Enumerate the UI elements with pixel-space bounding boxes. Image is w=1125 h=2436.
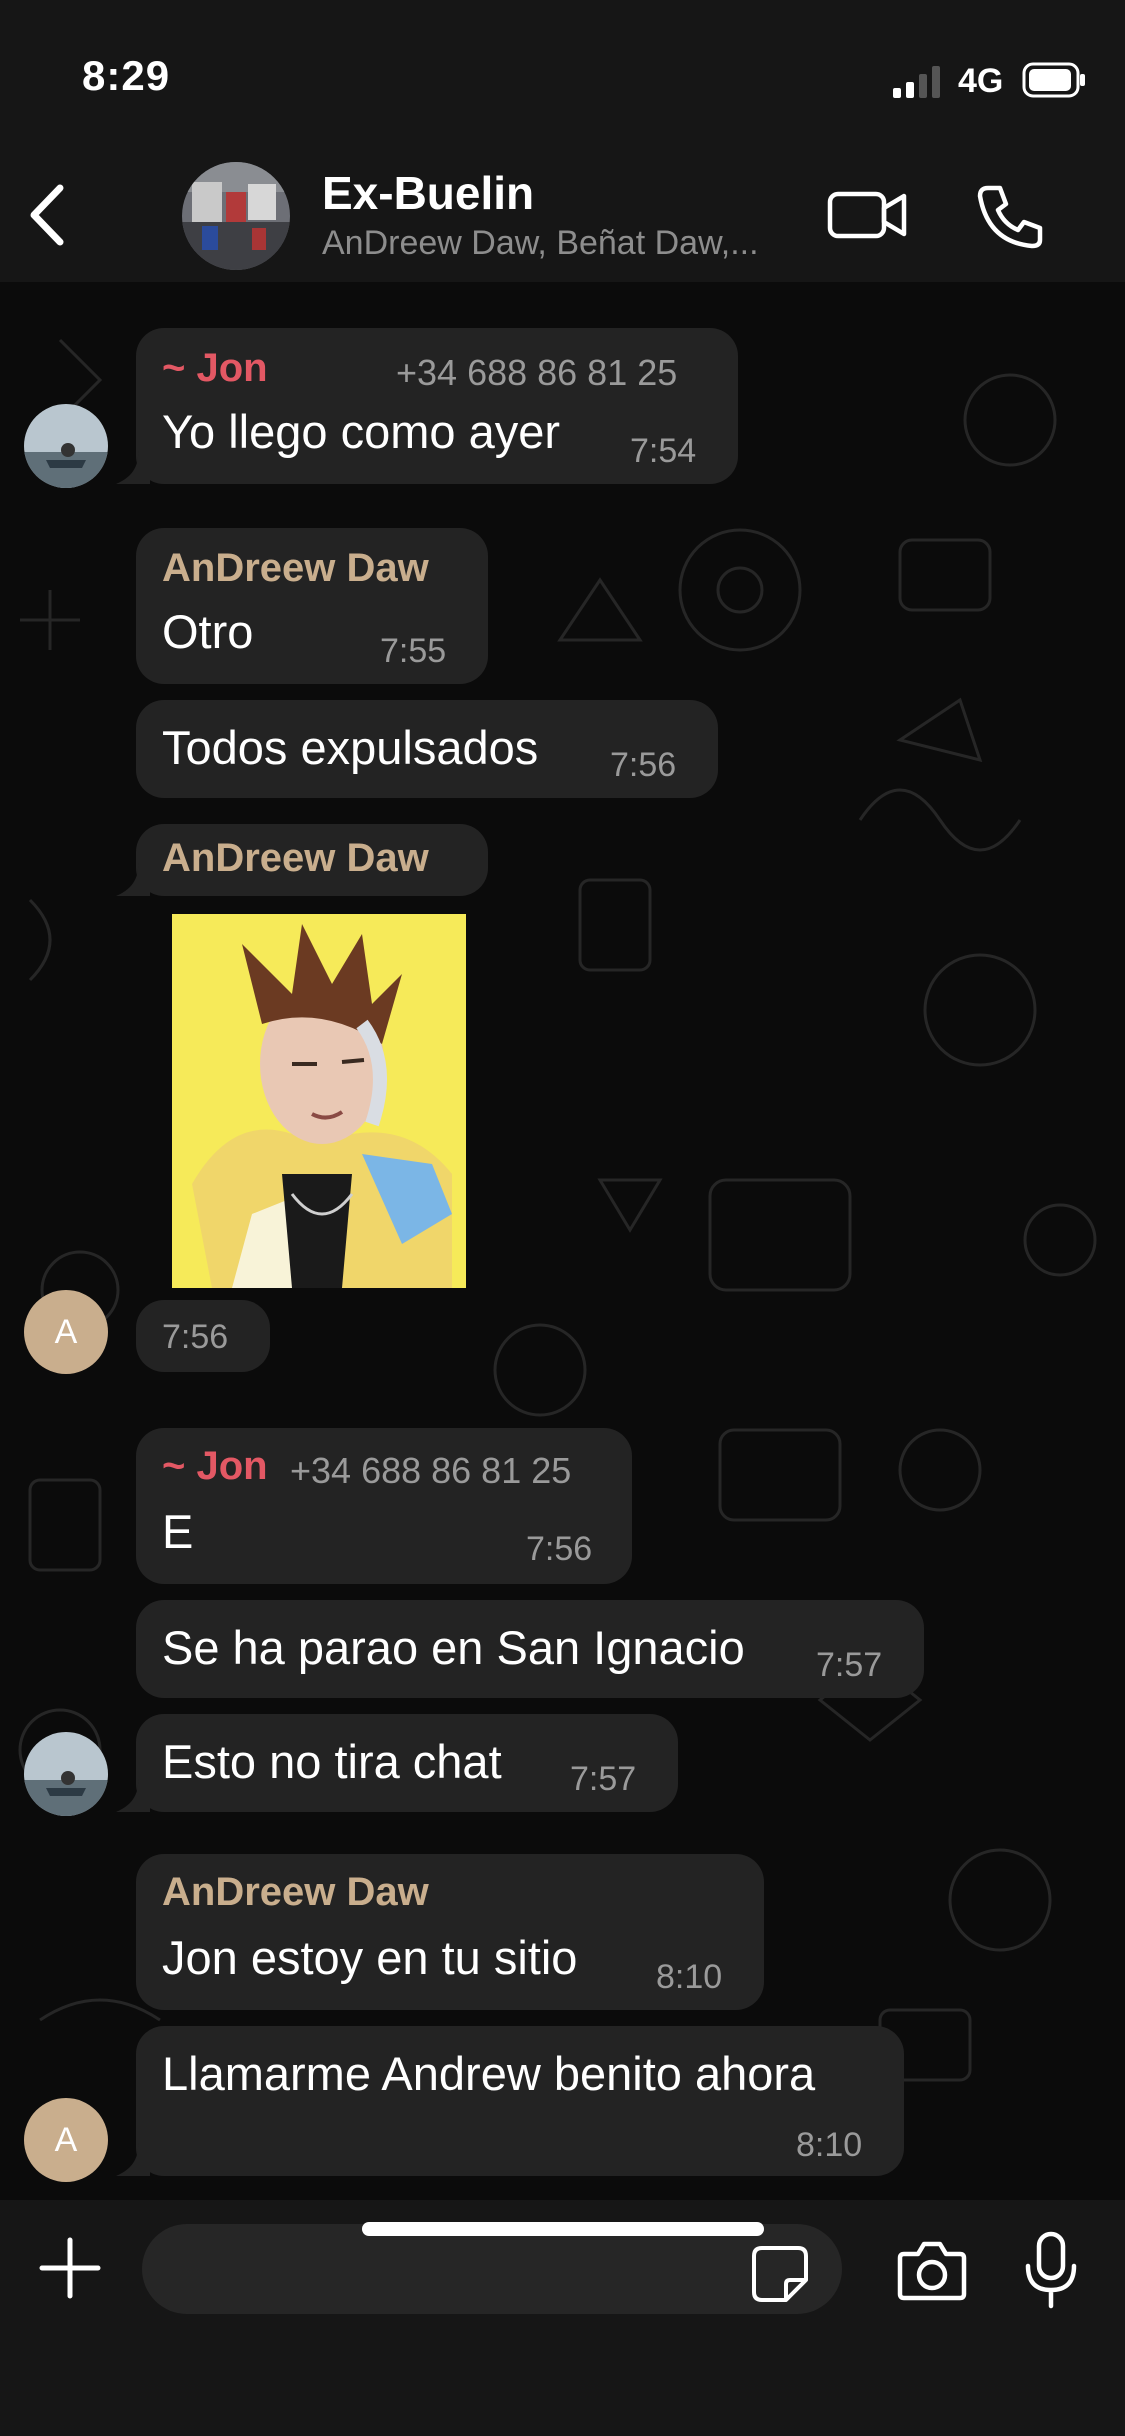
message-text: E [162, 1505, 194, 1558]
group-title[interactable]: Ex-Buelin [322, 166, 534, 220]
network-type: 4G [958, 62, 1004, 100]
bubble-tail [116, 1778, 150, 1812]
sender-name[interactable]: ~ Jon [162, 346, 268, 391]
message-input[interactable] [142, 2224, 842, 2314]
status-time: 8:29 [82, 52, 171, 99]
message-time: 8:10 [796, 2126, 863, 2164]
avatar-jon[interactable] [24, 1732, 108, 1816]
sender-name[interactable]: ~ Jon [162, 1444, 268, 1489]
sticker-icon[interactable] [750, 2244, 810, 2304]
bubble-tail [116, 450, 150, 484]
sender-phone: +34 688 86 81 25 [396, 352, 678, 393]
message-text: Esto no tira chat [162, 1735, 502, 1788]
sticker-image[interactable] [172, 914, 466, 1288]
message-time: 7:56 [162, 1318, 229, 1356]
group-avatar[interactable] [182, 162, 290, 270]
message-text: Jon estoy en tu sitio [162, 1931, 578, 1984]
avatar-andreew[interactable]: A [24, 1290, 108, 1374]
battery-icon [1022, 62, 1085, 98]
message-text: Todos expulsados [162, 721, 539, 774]
message-time: 7:57 [816, 1646, 883, 1684]
home-indicator[interactable] [362, 2222, 764, 2236]
phone-call-icon[interactable] [968, 180, 1052, 250]
message-text: Yo llego como ayer [162, 405, 561, 458]
bubble-tail [116, 2142, 150, 2176]
message-time: 7:55 [380, 632, 447, 670]
message-time: 7:56 [610, 746, 677, 784]
sender-name[interactable]: AnDreew Daw [162, 1870, 429, 1915]
plus-icon[interactable] [36, 2234, 104, 2302]
message-time: 7:57 [570, 1760, 637, 1798]
avatar-andreew[interactable]: A [24, 2098, 108, 2182]
message-time: 7:54 [630, 432, 697, 470]
chat-header: Ex-Buelin AnDreew Daw, Beñat Daw,... [0, 150, 1125, 282]
message-time: 7:56 [526, 1530, 593, 1568]
sender-phone: +34 688 86 81 25 [290, 1450, 572, 1491]
group-members[interactable]: AnDreew Daw, Beñat Daw,... [322, 224, 802, 263]
message-text: Llamarme Andrew benito ahora [162, 2047, 816, 2100]
bubble-tail [116, 862, 150, 896]
video-call-icon[interactable] [826, 180, 910, 250]
sender-name[interactable]: AnDreew Daw [162, 836, 429, 881]
back-icon[interactable] [20, 180, 80, 250]
sender-name[interactable]: AnDreew Daw [162, 546, 429, 591]
camera-icon[interactable] [896, 2238, 968, 2302]
signal-icon [893, 66, 940, 98]
status-bar: 8:29 4G [0, 0, 1125, 150]
message-text: Se ha parao en San Ignacio [162, 1621, 745, 1674]
message-time: 8:10 [656, 1958, 723, 1996]
microphone-icon[interactable] [1022, 2230, 1080, 2310]
message-text: Otro [162, 605, 254, 658]
avatar-jon[interactable] [24, 404, 108, 488]
